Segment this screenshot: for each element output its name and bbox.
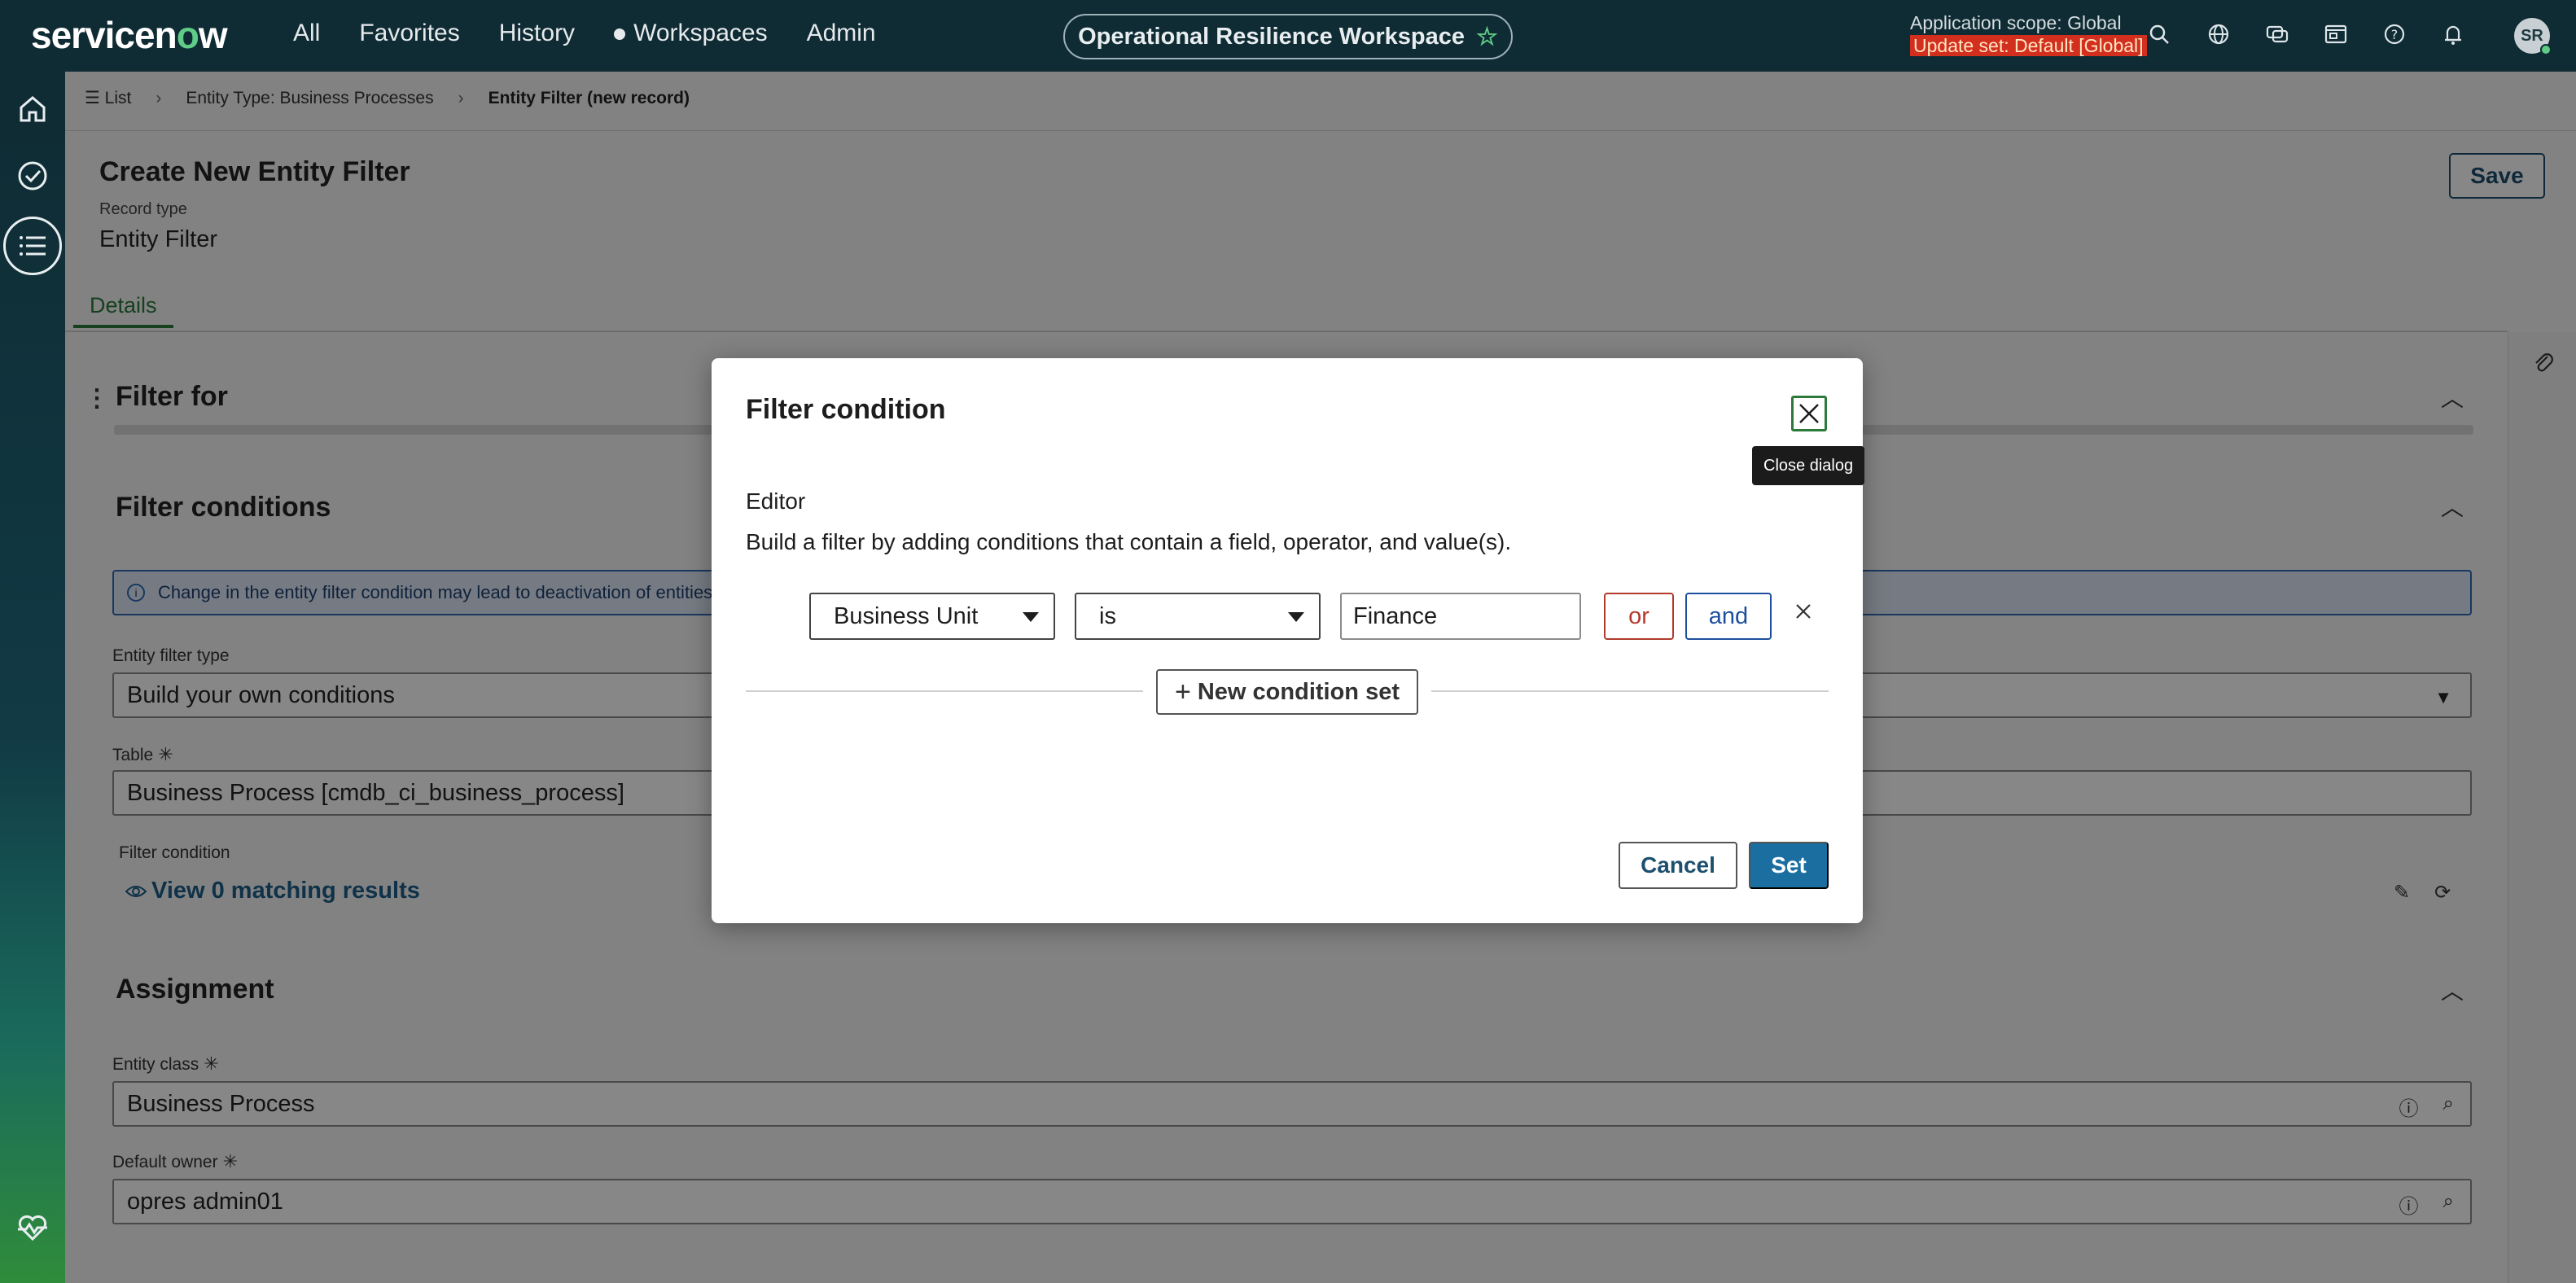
media-icon[interactable] <box>2322 18 2350 50</box>
condition-field-select[interactable]: Business Unit <box>809 593 1055 640</box>
bell-icon[interactable] <box>2439 18 2467 50</box>
header-icons: ? <box>2146 18 2467 50</box>
new-condition-set-button[interactable]: + New condition set <box>1156 669 1418 715</box>
condition-field-value: Business Unit <box>834 602 979 629</box>
search-icon[interactable] <box>2146 18 2174 50</box>
update-set: Update set: Default [Global] <box>1910 35 2147 56</box>
workspaces-dot-icon <box>614 28 626 41</box>
filter-condition-dialog: Filter condition Close dialog Editor Bui… <box>712 358 1865 923</box>
condition-operator-value: is <box>1099 602 1116 629</box>
divider <box>1431 690 1829 692</box>
nav-history[interactable]: History <box>499 20 575 47</box>
close-dialog-button[interactable] <box>1791 396 1827 431</box>
home-icon[interactable] <box>13 90 52 129</box>
list-icon[interactable] <box>3 217 62 275</box>
nav-all[interactable]: All <box>293 20 320 47</box>
application-scope: Application scope: Global <box>1910 12 2122 33</box>
caret-down-icon <box>1023 612 1039 622</box>
check-circle-icon[interactable] <box>13 156 52 195</box>
condition-value-text: Finance <box>1353 602 1438 629</box>
nav-admin[interactable]: Admin <box>807 20 876 47</box>
workspace-title-pill[interactable]: Operational Resilience Workspace ☆ <box>1063 14 1513 59</box>
heartbeat-icon[interactable] <box>13 1208 52 1247</box>
modal-backdrop-top[interactable] <box>65 72 2576 332</box>
editor-label: Editor <box>746 488 806 514</box>
workspace-title: Operational Resilience Workspace <box>1078 23 1465 50</box>
close-dialog-tooltip: Close dialog <box>1752 446 1865 485</box>
plus-icon: + <box>1175 676 1191 707</box>
scope-indicator[interactable]: Application scope: Global Update set: De… <box>1910 11 2147 57</box>
divider <box>746 690 1143 692</box>
help-icon[interactable]: ? <box>2381 18 2408 50</box>
set-button[interactable]: Set <box>1749 842 1829 889</box>
user-avatar[interactable]: SR <box>2514 18 2552 55</box>
add-and-condition-button[interactable]: and <box>1685 593 1772 640</box>
remove-condition-icon[interactable] <box>1793 601 1814 628</box>
close-icon <box>1799 404 1819 423</box>
nav-workspaces-label: Workspaces <box>633 20 768 46</box>
chat-icon[interactable] <box>2263 18 2291 50</box>
add-or-condition-button[interactable]: or <box>1604 593 1674 640</box>
servicenow-logo[interactable]: servicenow <box>31 13 228 57</box>
dialog-title: Filter condition <box>746 394 946 425</box>
top-header: servicenow All Favorites History Workspa… <box>0 0 2576 72</box>
cancel-button[interactable]: Cancel <box>1619 842 1737 889</box>
presence-dot-icon <box>2540 44 2552 55</box>
nav-favorites[interactable]: Favorites <box>359 20 459 47</box>
caret-down-icon <box>1288 612 1304 622</box>
condition-value-input[interactable]: Finance <box>1340 593 1581 640</box>
nav-workspaces[interactable]: Workspaces <box>614 20 768 47</box>
svg-text:?: ? <box>2391 27 2399 42</box>
condition-operator-select[interactable]: is <box>1075 593 1321 640</box>
new-condition-set-label: New condition set <box>1197 678 1400 705</box>
left-rail <box>0 72 65 1283</box>
editor-description: Build a filter by adding conditions that… <box>746 529 1512 554</box>
favorite-star-icon[interactable]: ☆ <box>1476 23 1498 51</box>
main-nav: All Favorites History Workspaces Admin <box>293 20 876 47</box>
globe-icon[interactable] <box>2205 18 2232 50</box>
avatar-initials: SR <box>2521 26 2543 45</box>
